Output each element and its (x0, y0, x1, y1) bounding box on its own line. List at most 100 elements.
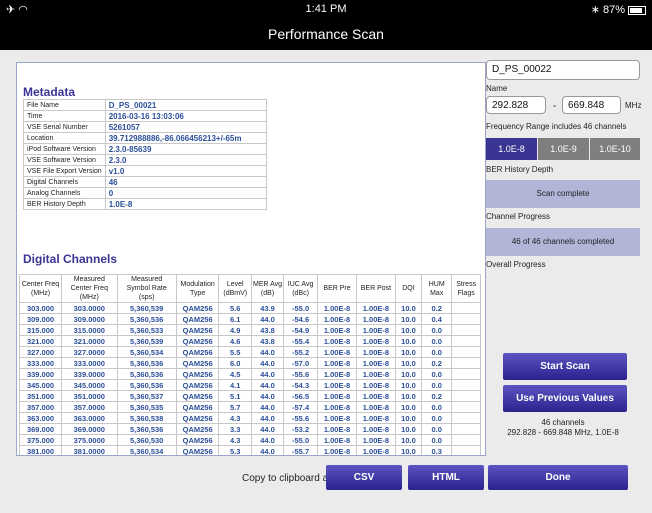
table-cell: 4.3 (218, 412, 253, 424)
table-cell: 10.0 (394, 434, 423, 446)
column-header: MER Avg (dB) (251, 274, 285, 303)
metadata-value: 5261057 (104, 121, 267, 133)
table-row: 369.000 369.0000 5,360,536 QAM256 3.3 44.0 -53… (18, 423, 481, 435)
use-previous-values-button[interactable]: Use Previous Values (503, 385, 627, 412)
table-cell: 44.0 (251, 434, 285, 446)
table-row: 345.000 345.0000 5,360,536 QAM256 4.1 44.0 -54… (18, 379, 481, 391)
ber-option-1e-10[interactable]: 1.0E-10 (590, 138, 640, 160)
table-cell: 333.0000 (61, 357, 118, 369)
table-cell: 369.000 (18, 423, 63, 435)
csv-button[interactable]: CSV (326, 465, 402, 490)
digital-channels-table: Center Freq (MHz) Measured Center Freq (M… (18, 274, 481, 455)
table-cell: 1.00E-8 (317, 412, 357, 424)
table-cell: 10.0 (394, 302, 423, 314)
table-cell: 5,360,536 (116, 357, 177, 369)
table-cell: 1.00E-8 (317, 324, 357, 336)
table-cell: 1.00E-8 (317, 379, 357, 391)
table-cell: 1.00E-8 (355, 445, 396, 455)
table-cell: -55.0 (283, 302, 319, 314)
table-cell: 5,360,537 (116, 390, 177, 402)
column-header: Level (dBmV) (218, 274, 253, 303)
table-cell: 309.000 (18, 313, 63, 325)
table-cell: 1.00E-8 (355, 423, 396, 435)
table-cell: QAM256 (175, 346, 220, 358)
page-title: Performance Scan (0, 18, 652, 50)
table-cell: 5.1 (218, 390, 253, 402)
table-cell: 0.0 (421, 401, 453, 413)
table-cell: 3.3 (218, 423, 253, 435)
table-row: 357.000 357.0000 5,360,535 QAM256 5.7 44.0 -57… (18, 401, 481, 413)
table-cell: 5,360,539 (116, 335, 177, 347)
table-row: 363.000 363.0000 5,360,538 QAM256 4.3 44.0 -55… (18, 412, 481, 424)
table-cell: -54.3 (283, 379, 319, 391)
freq-unit: MHz (625, 101, 642, 110)
metadata-value: 1.0E-8 (104, 198, 267, 210)
metadata-row: File Name D_PS_00021 (23, 99, 267, 111)
table-cell: 5.3 (218, 445, 253, 455)
table-cell: QAM256 (175, 434, 220, 446)
table-cell: 1.00E-8 (317, 434, 357, 446)
metadata-value: 0 (104, 187, 267, 199)
table-cell (451, 357, 481, 369)
table-cell: 44.0 (251, 390, 285, 402)
table-cell: -57.4 (283, 401, 319, 413)
table-cell: 10.0 (394, 313, 423, 325)
table-cell: 351.000 (18, 390, 63, 402)
metadata-key: Location (23, 132, 106, 144)
table-cell: 1.00E-8 (317, 335, 357, 347)
table-cell: 10.0 (394, 445, 423, 455)
metadata-row: Analog Channels 0 (23, 187, 267, 199)
table-cell (451, 346, 481, 358)
metadata-key: Analog Channels (23, 187, 106, 199)
table-cell: 333.000 (18, 357, 63, 369)
table-cell: 5.5 (218, 346, 253, 358)
table-cell: 5,360,539 (116, 302, 177, 314)
column-header: IUC Avg (dBc) (283, 274, 319, 303)
table-cell: 6.0 (218, 357, 253, 369)
table-cell: 1.00E-8 (317, 302, 357, 314)
table-cell: 0.2 (421, 302, 453, 314)
table-cell: QAM256 (175, 335, 220, 347)
html-button[interactable]: HTML (408, 465, 484, 490)
table-cell (451, 313, 481, 325)
column-header: HUM Max (421, 274, 453, 303)
table-cell: 10.0 (394, 335, 423, 347)
table-cell: QAM256 (175, 368, 220, 380)
metadata-row: Location 39.712988886,-86.066456213+/-65m (23, 132, 267, 144)
table-cell: QAM256 (175, 412, 220, 424)
table-row: 315.000 315.0000 5,360,533 QAM256 4.9 43.8 -54… (18, 324, 481, 336)
table-cell: 5,360,536 (116, 368, 177, 380)
table-cell: 44.0 (251, 313, 285, 325)
table-cell: 1.00E-8 (355, 313, 396, 325)
table-cell: 10.0 (394, 346, 423, 358)
metadata-table: File Name D_PS_00021 Time 2016-03-16 13:03:… (23, 99, 267, 210)
battery-percent: 87% (602, 4, 625, 16)
ber-option-1e-9[interactable]: 1.0E-9 (538, 138, 589, 160)
freq-high-input[interactable]: 669.848 (562, 96, 621, 114)
battery-icon (628, 5, 646, 15)
table-cell (451, 390, 481, 402)
table-cell: 345.0000 (61, 379, 118, 391)
status-bar: ✈ ◠ 1:41 PM ∗ 87% (0, 0, 652, 18)
table-cell (451, 379, 481, 391)
ber-option-1e-8[interactable]: 1.0E-8 (486, 138, 537, 160)
metadata-value: v1.0 (104, 165, 267, 177)
table-cell: 1.00E-8 (317, 368, 357, 380)
metadata-row: VSE Serial Number 5261057 (23, 121, 267, 133)
done-button[interactable]: Done (488, 465, 628, 490)
status-time: 1:41 PM (305, 3, 347, 15)
table-cell: -57.0 (283, 357, 319, 369)
table-cell: -55.0 (283, 434, 319, 446)
table-cell (451, 423, 481, 435)
name-input[interactable]: D_PS_00022 (486, 60, 640, 80)
table-cell: 1.00E-8 (317, 390, 357, 402)
table-cell: QAM256 (175, 390, 220, 402)
table-cell: 1.00E-8 (355, 379, 396, 391)
table-cell: QAM256 (175, 324, 220, 336)
column-header: Modulation Type (175, 274, 220, 303)
table-cell: 1.00E-8 (317, 346, 357, 358)
table-cell: 0.0 (421, 379, 453, 391)
freq-low-input[interactable]: 292.828 (486, 96, 546, 114)
start-scan-button[interactable]: Start Scan (503, 353, 627, 380)
report-panel[interactable]: Metadata File Name D_PS_00021 Time 2016-03-… (16, 62, 486, 456)
